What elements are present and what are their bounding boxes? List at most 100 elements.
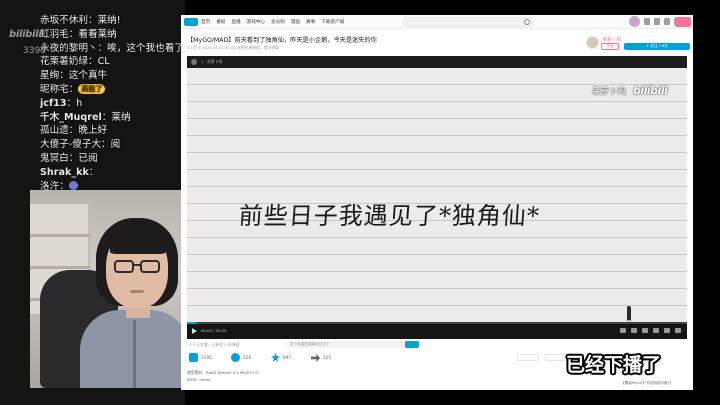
nav-link[interactable]: 直播: [231, 19, 240, 25]
action-bar-right: [517, 354, 567, 361]
chat-username: 花栗薯奶绿: [40, 56, 88, 68]
search-icon[interactable]: [524, 19, 530, 25]
report-button[interactable]: [517, 354, 539, 361]
chat-message: 花栗薯奶绿：CL: [40, 56, 110, 68]
charge-button[interactable]: 充电: [601, 43, 619, 50]
favorite-button[interactable]: 897: [271, 353, 291, 362]
top-navigation: 首页 番剧 直播 游戏中心 会员购 漫画 赛事 下载客户端: [181, 15, 693, 29]
chat-username: 鬼冥白: [40, 152, 69, 164]
quality-icon[interactable]: [620, 328, 626, 333]
video-title: 【MyGO/MAD】前天看到了独角仙，昨天是小企鹅，今天是迷失的你: [187, 37, 377, 44]
nav-link[interactable]: 番剧: [216, 19, 225, 25]
recommend-snippet[interactable]: 【歌曲MyGO】节目而前平板计: [621, 381, 671, 386]
danmaku-chat-list: 赤坂不休利：莱纳! 虹羽毛：看看莱纳 永夜的黎明丶：唉，这个我也看了 花栗薯奶绿：CL…: [40, 14, 182, 193]
chat-username: 大傻子-傻子大: [40, 139, 102, 151]
progress-bar[interactable]: [187, 322, 687, 324]
settings-icon[interactable]: [653, 328, 659, 333]
stream-overlay: bilibili 3395 赤坂不休利：莱纳! 虹羽毛：看看莱纳 永夜的黎明丶：唉，…: [0, 0, 185, 405]
description-line-2: BGM：reeler: [187, 377, 211, 382]
chat-message: 孤山遗：晚上好: [40, 125, 108, 137]
video-frame-notebook: 呆萝卜鸡 bilibili 前些日子我遇见了*独角仙*: [187, 68, 687, 338]
chat-username: 千木_Muqrel: [40, 111, 102, 123]
coin-icon: [231, 353, 240, 362]
bilibili-logo-icon[interactable]: [184, 18, 198, 26]
description-line-1: 使用素材：BanG Dream! It's MyGO!!!!!: [187, 370, 259, 375]
chat-text: 晚上好: [78, 125, 108, 137]
coin-button[interactable]: 526: [231, 353, 251, 362]
chat-text: 莱纳!: [97, 15, 121, 26]
chat-text: h: [76, 97, 83, 109]
chat-username: 赤坂不休利: [40, 15, 88, 26]
like-count: 2195: [201, 355, 212, 360]
dynamic-icon[interactable]: [654, 18, 660, 25]
upload-button[interactable]: [675, 17, 691, 27]
nav-link[interactable]: 首页: [201, 19, 210, 25]
handwritten-caption: 前些日子我遇见了*独角仙*: [237, 202, 541, 230]
chat-message: 虹羽毛：看看莱纳: [40, 28, 117, 40]
playback-time: 00:04 / 03:25: [201, 328, 227, 333]
chat-text: 看看莱纳: [78, 28, 117, 40]
share-count: 225: [323, 355, 331, 360]
chat-text: CL: [97, 56, 110, 68]
webcam-feed: [30, 190, 185, 388]
chat-avatar-icon: [68, 180, 78, 190]
like-button[interactable]: 2195: [189, 353, 212, 362]
user-avatar[interactable]: [629, 16, 640, 27]
chat-message: 千木_Muqrel：莱纳: [40, 111, 131, 123]
player-controls: 00:04 / 03:25: [187, 322, 687, 339]
nav-links: 首页 番剧 直播 游戏中心 会员购 漫画 赛事 下载客户端: [201, 15, 344, 29]
chat-username: Shrak_kk: [40, 166, 89, 178]
chat-badge: 高能了: [78, 83, 106, 94]
widescreen-icon[interactable]: [664, 328, 670, 333]
uploader-name[interactable]: 呆萝卜鸡: [602, 36, 621, 43]
stream-ended-caption: 已经下播了: [566, 354, 662, 376]
chat-message: Shrak_kk：: [40, 166, 99, 178]
favorite-count: 897: [283, 355, 291, 360]
bilibili-watermark: bilibili: [9, 29, 42, 40]
nav-link[interactable]: 游戏中心: [247, 19, 265, 25]
fullscreen-icon[interactable]: [675, 328, 681, 333]
more-button[interactable]: [545, 354, 567, 361]
follow-button[interactable]: + 关注 7.8万: [624, 43, 690, 50]
chat-text: 莱纳: [111, 111, 131, 123]
star-icon: [271, 353, 280, 362]
chat-username: 孤山遗: [40, 125, 69, 137]
danmaku-send-button[interactable]: [405, 341, 419, 348]
nav-link[interactable]: 会员购: [271, 19, 285, 25]
like-icon: [189, 353, 198, 362]
chat-message: jcf13：h: [40, 97, 83, 109]
nav-link[interactable]: 赛事: [306, 19, 315, 25]
chat-text: 已阅: [78, 152, 98, 164]
chat-text: 唉，这个我也看了: [107, 42, 182, 54]
message-icon[interactable]: [644, 18, 650, 25]
chat-message: 昵称宅： 高能了: [40, 83, 182, 97]
chat-message: 星绚：这个真牛: [40, 70, 108, 82]
video-player[interactable]: 1 · 呆萝卜鸡 呆萝卜鸡 bilibili 前些日子我遇见了*独角仙* 00:…: [187, 56, 687, 339]
chat-username: 星绚: [40, 70, 60, 82]
speed-icon[interactable]: [631, 328, 637, 333]
chat-username: jcf13: [40, 97, 67, 109]
browser-window: 首页 番剧 直播 游戏中心 会员购 漫画 赛事 下载客户端 【MyGO/MAD】前天看到了独角…: [181, 15, 693, 390]
chat-message: 鬼冥白：已阅: [40, 152, 98, 164]
danmaku-input[interactable]: 发个友善的弹幕见证当下: [287, 341, 407, 348]
coin-count: 526: [243, 355, 251, 360]
play-icon[interactable]: [192, 328, 197, 334]
volume-icon[interactable]: [642, 328, 648, 333]
favorite-icon[interactable]: [664, 18, 670, 25]
chat-message: 永夜的黎明丶：唉，这个我也看了: [40, 42, 182, 54]
glasses: [114, 260, 162, 274]
search-input[interactable]: [403, 17, 533, 27]
video-bilibili-watermark: bilibili: [633, 84, 668, 97]
danmaku-row: 1 人正在看，已装填 0 条弹幕 发个友善的弹幕见证当下: [187, 341, 687, 349]
nav-link[interactable]: 漫画: [291, 19, 300, 25]
chat-username: 昵称宅: [40, 83, 69, 95]
uploader-avatar[interactable]: [586, 36, 599, 49]
download-client-link[interactable]: 下载客户端: [321, 19, 344, 25]
player-top-label: 1 · 呆萝卜鸡: [201, 59, 223, 64]
share-button[interactable]: 225: [311, 353, 331, 362]
share-icon: [311, 353, 320, 362]
chat-text: 阅: [110, 139, 121, 151]
uploader-mini-avatar-icon: [191, 59, 197, 65]
progress-fill: [187, 322, 197, 324]
watching-count: 1 人正在看，已装填 0 条弹幕: [189, 342, 240, 347]
